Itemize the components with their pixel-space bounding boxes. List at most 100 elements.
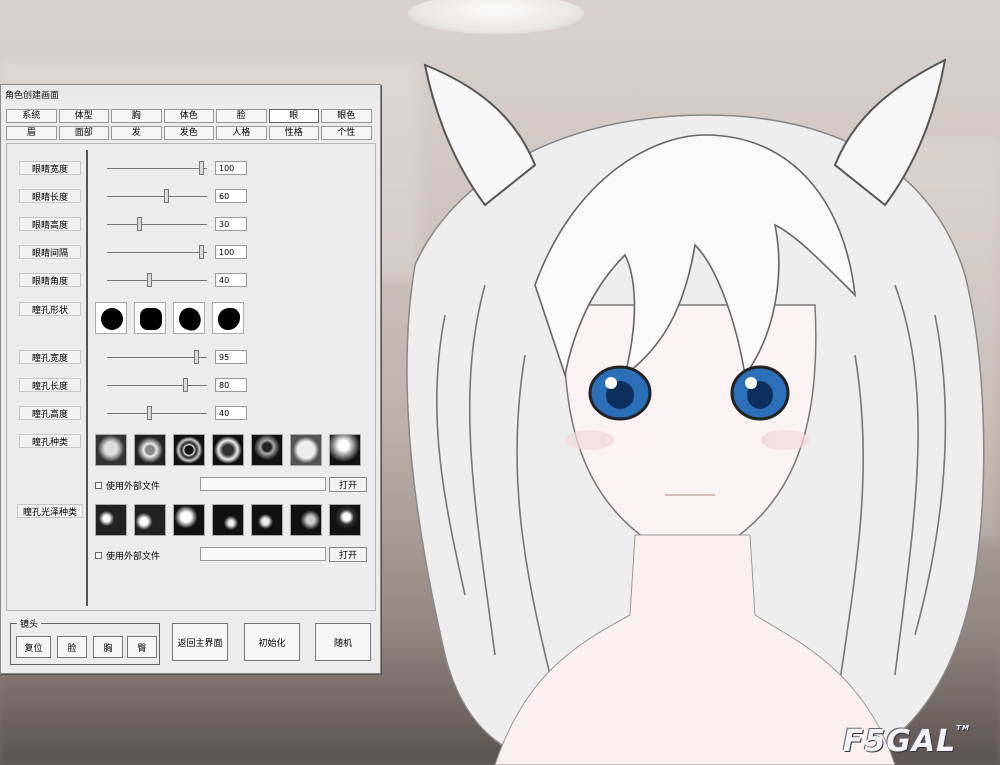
initialize-button[interactable]: 初始化 xyxy=(244,623,300,661)
pupil-type-option[interactable] xyxy=(134,434,166,466)
camera-group: 镜头 复位 脸 胸 臀 xyxy=(10,617,160,665)
eye-spacing-label: 眼睛间隔 xyxy=(19,245,81,259)
tab-character[interactable]: 性格 xyxy=(268,126,319,140)
eye-width-value[interactable]: 100 xyxy=(215,161,247,175)
pupil-type-path-field[interactable] xyxy=(200,477,326,491)
pupil-type-external-row: 使用外部文件 xyxy=(95,479,160,492)
camera-hip-button[interactable]: 臀 xyxy=(127,636,157,658)
pupil-gloss-external-label: 使用外部文件 xyxy=(106,552,161,562)
divider xyxy=(86,150,88,606)
eye-width-slider[interactable] xyxy=(107,161,207,175)
pupil-shape-rounded-square[interactable] xyxy=(134,302,166,334)
camera-reset-button[interactable]: 复位 xyxy=(16,636,51,658)
tab-eyebrows[interactable]: 眉 xyxy=(6,126,57,140)
pupil-type-options xyxy=(95,434,361,466)
rounded-square-shape-icon xyxy=(140,308,162,330)
pupil-type-option[interactable] xyxy=(290,434,322,466)
pupil-height-slider[interactable] xyxy=(107,406,207,420)
eye-length-value[interactable]: 60 xyxy=(215,189,247,203)
slider-thumb[interactable] xyxy=(164,189,169,203)
eye-length-label: 眼睛长度 xyxy=(19,189,81,203)
pupil-type-option[interactable] xyxy=(173,434,205,466)
slider-thumb[interactable] xyxy=(147,273,152,287)
pupil-gloss-option[interactable] xyxy=(134,504,166,536)
pupil-length-value[interactable]: 80 xyxy=(215,378,247,392)
watermark-text: F5GAL xyxy=(842,724,957,759)
pupil-gloss-external-checkbox[interactable] xyxy=(95,552,102,559)
eye-settings-panel: 眼睛宽度 100 眼睛长度 60 眼睛高度 30 眼睛间隔 100 眼睛角度 4… xyxy=(6,143,376,611)
tab-bar: 系统 体型 胸 体色 脸 眼 眼色 眉 面部 发 发色 人格 性格 个性 xyxy=(6,109,372,143)
pupil-shape-circle[interactable] xyxy=(95,302,127,334)
tab-hair-color[interactable]: 发色 xyxy=(163,126,214,140)
slider-thumb[interactable] xyxy=(194,350,199,364)
pupil-gloss-option[interactable] xyxy=(290,504,322,536)
eye-angle-slider[interactable] xyxy=(107,273,207,287)
pupil-gloss-option[interactable] xyxy=(251,504,283,536)
pupil-length-slider[interactable] xyxy=(107,378,207,392)
random-button[interactable]: 随机 xyxy=(315,623,371,661)
blob-shape-icon xyxy=(218,308,240,330)
pupil-height-value[interactable]: 40 xyxy=(215,406,247,420)
pupil-gloss-option[interactable] xyxy=(173,504,205,536)
tilted-round-shape-icon xyxy=(176,305,204,333)
pupil-gloss-option[interactable] xyxy=(95,504,127,536)
tab-personality[interactable]: 人格 xyxy=(216,126,267,140)
pupil-gloss-option[interactable] xyxy=(212,504,244,536)
tab-individuality[interactable]: 个性 xyxy=(321,126,372,140)
pupil-gloss-options xyxy=(95,504,361,536)
slider-thumb[interactable] xyxy=(199,245,204,259)
camera-face-button[interactable]: 脸 xyxy=(57,636,87,658)
pupil-shape-tilted-round[interactable] xyxy=(173,302,205,334)
pupil-length-label: 瞳孔长度 xyxy=(19,378,81,392)
tab-system[interactable]: 系统 xyxy=(6,109,57,123)
tab-skin-color[interactable]: 体色 xyxy=(163,109,214,123)
pupil-shape-blob[interactable] xyxy=(212,302,244,334)
slider-thumb[interactable] xyxy=(137,217,142,231)
pupil-type-external-checkbox[interactable] xyxy=(95,482,102,489)
eye-height-slider[interactable] xyxy=(107,217,207,231)
eye-angle-value[interactable]: 40 xyxy=(215,273,247,287)
eye-spacing-value[interactable]: 100 xyxy=(215,245,247,259)
slider-thumb[interactable] xyxy=(147,406,152,420)
pupil-gloss-option[interactable] xyxy=(329,504,361,536)
trademark-mark: TM xyxy=(956,724,970,732)
pupil-gloss-open-button[interactable]: 打开 xyxy=(329,547,367,562)
pupil-type-open-button[interactable]: 打开 xyxy=(329,477,367,492)
tab-face[interactable]: 脸 xyxy=(216,109,267,123)
tab-eye-color[interactable]: 眼色 xyxy=(321,109,372,123)
tab-row-2: 眉 面部 发 发色 人格 性格 个性 xyxy=(6,126,372,140)
pupil-type-external-label: 使用外部文件 xyxy=(106,482,161,492)
camera-chest-button[interactable]: 胸 xyxy=(93,636,123,658)
back-to-main-button[interactable]: 返回主界面 xyxy=(172,623,228,661)
pupil-type-option[interactable] xyxy=(212,434,244,466)
pupil-type-option[interactable] xyxy=(329,434,361,466)
tab-eyes[interactable]: 眼 xyxy=(268,109,319,123)
pupil-type-option[interactable] xyxy=(251,434,283,466)
tab-face-parts[interactable]: 面部 xyxy=(58,126,109,140)
pupil-width-value[interactable]: 95 xyxy=(215,350,247,364)
pupil-width-slider[interactable] xyxy=(107,350,207,364)
camera-legend: 镜头 xyxy=(17,617,42,630)
tab-chest[interactable]: 胸 xyxy=(111,109,162,123)
eye-spacing-slider[interactable] xyxy=(107,245,207,259)
tab-hair[interactable]: 发 xyxy=(111,126,162,140)
tab-row-1: 系统 体型 胸 体色 脸 眼 眼色 xyxy=(6,109,372,123)
window-title: 角色创建画面 xyxy=(1,85,380,101)
pupil-width-label: 瞳孔宽度 xyxy=(19,350,81,364)
slider-thumb[interactable] xyxy=(183,378,188,392)
slider-track xyxy=(107,280,207,281)
pupil-gloss-path-field[interactable] xyxy=(200,547,326,561)
watermark: F5GALTM xyxy=(843,724,970,759)
eye-height-label: 眼睛高度 xyxy=(19,217,81,231)
slider-track xyxy=(107,224,207,225)
slider-thumb[interactable] xyxy=(199,161,204,175)
pupil-gloss-type-label: 瞳孔光泽种类 xyxy=(17,504,83,518)
eye-length-slider[interactable] xyxy=(107,189,207,203)
eye-height-value[interactable]: 30 xyxy=(215,217,247,231)
pupil-type-option[interactable] xyxy=(95,434,127,466)
pupil-gloss-external-row: 使用外部文件 xyxy=(95,549,160,562)
eye-width-label: 眼睛宽度 xyxy=(19,161,81,175)
slider-track xyxy=(107,385,207,386)
tab-body-type[interactable]: 体型 xyxy=(58,109,109,123)
pupil-shape-options xyxy=(95,302,244,334)
